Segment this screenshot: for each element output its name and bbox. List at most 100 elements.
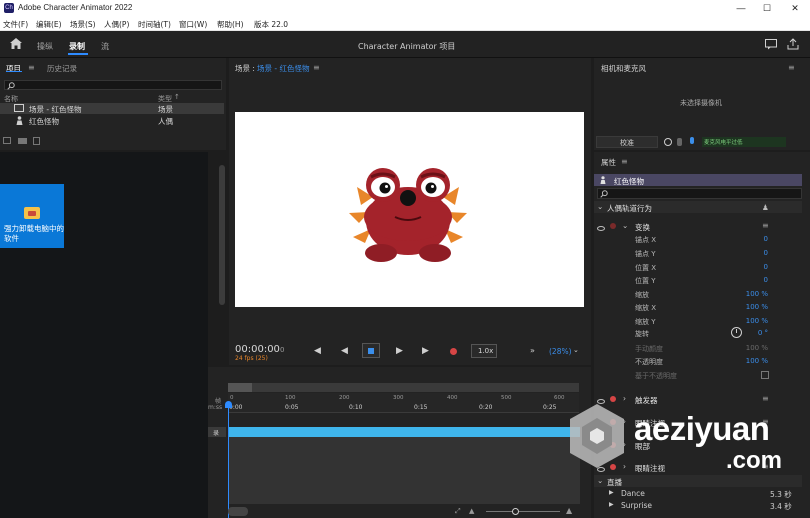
timeline-ruler[interactable]: 0 100 200 300 400 500 600 0:00 0:05 0:10… xyxy=(228,393,579,413)
behavior-menu-icon[interactable]: ≡ xyxy=(762,394,769,403)
property-row[interactable]: 旋转 0 ° xyxy=(605,328,770,340)
properties-search-input[interactable] xyxy=(597,188,802,199)
menu-puppet[interactable]: 人偶(P) xyxy=(104,19,129,30)
go-to-start-icon[interactable]: ◀ xyxy=(314,346,321,356)
playhead-handle[interactable] xyxy=(225,401,232,408)
zoom-dropdown-icon[interactable]: ⌄ xyxy=(573,346,579,354)
package-mark xyxy=(28,211,36,216)
zoom-out-icon[interactable]: ▲ xyxy=(469,507,474,515)
scene-menu-icon[interactable]: ≡ xyxy=(313,63,320,72)
zoom-slider-handle[interactable] xyxy=(512,508,519,515)
mic-icon[interactable] xyxy=(690,137,694,144)
rotation-dial[interactable] xyxy=(731,327,742,338)
frame-number: 0 xyxy=(280,346,285,354)
camera-icon[interactable] xyxy=(664,138,672,146)
record-icon[interactable] xyxy=(450,348,457,355)
maximize-icon[interactable]: ☐ xyxy=(754,1,780,16)
feedback-icon[interactable] xyxy=(765,39,777,50)
menu-scene[interactable]: 场景(S) xyxy=(70,19,96,30)
import-icon[interactable] xyxy=(33,137,40,145)
project-search-input[interactable] xyxy=(4,80,222,90)
track-header[interactable]: 录 xyxy=(208,427,226,437)
project-menu-icon[interactable]: ≡ xyxy=(28,63,35,72)
time-tick: 0:20 xyxy=(479,404,493,411)
tab-stream[interactable]: 流 xyxy=(101,41,109,52)
playhead[interactable] xyxy=(228,404,229,518)
list-item-name[interactable]: 红色怪物 xyxy=(29,116,59,127)
timeline-track[interactable] xyxy=(228,427,580,437)
checkbox[interactable] xyxy=(761,371,769,379)
menu-window[interactable]: 窗口(W) xyxy=(179,19,207,30)
time-tick: 0:25 xyxy=(543,404,557,411)
selected-puppet-bar[interactable]: 红色怪物 xyxy=(594,174,802,186)
chevron-down-icon: ⌄ xyxy=(597,476,604,485)
zoom-in-icon[interactable]: ▲ xyxy=(566,506,572,515)
expand-icon[interactable]: » xyxy=(530,346,535,355)
property-row[interactable]: 锚点 Y0 xyxy=(605,248,770,260)
new-scene-icon[interactable] xyxy=(3,137,11,144)
menu-timeline[interactable]: 时间轴(T) xyxy=(138,19,171,30)
record-arm-icon[interactable] xyxy=(610,223,616,229)
timeline-body[interactable] xyxy=(228,437,580,504)
play-icon[interactable]: ▶ xyxy=(396,346,403,356)
play-icon[interactable]: ▶ xyxy=(609,489,614,496)
section-header[interactable]: ⌄ 人偶轨道行为 ♟ xyxy=(594,201,802,213)
menu-edit[interactable]: 编辑(E) xyxy=(36,19,62,30)
live-item-name[interactable]: Surprise xyxy=(621,501,652,510)
desktop-shortcut[interactable]: 强力卸载电脑中的软件 xyxy=(0,184,64,248)
property-row[interactable]: 不透明度 100 % xyxy=(605,356,770,368)
scrollbar-thumb[interactable] xyxy=(219,165,225,305)
tab-history[interactable]: 历史记录 xyxy=(47,63,77,74)
time-tick: 0:10 xyxy=(349,404,363,411)
list-item-type: 场景 xyxy=(158,105,173,114)
tab-record[interactable]: 录制 xyxy=(69,41,85,52)
stop-button[interactable] xyxy=(362,343,380,358)
timeline-scroll-thumb[interactable] xyxy=(228,383,252,392)
timeline-scrub-bar[interactable] xyxy=(228,383,579,392)
timeline-zoom-slider[interactable] xyxy=(486,511,560,512)
eye-icon[interactable] xyxy=(597,224,605,233)
property-row[interactable]: 锚点 X0 xyxy=(605,234,770,246)
property-row[interactable]: 位置 Y0 xyxy=(605,275,770,287)
property-row[interactable]: 位置 X0 xyxy=(605,262,770,274)
puppet-toggle-icon[interactable] xyxy=(677,138,682,146)
tab-project[interactable]: 项目 xyxy=(6,63,21,74)
menu-version: 版本 22.0 xyxy=(254,20,289,29)
section-header[interactable]: ⌄ 直播 xyxy=(594,475,802,487)
camera-menu-icon[interactable]: ≡ xyxy=(788,63,795,72)
properties-menu-icon[interactable]: ≡ xyxy=(621,157,628,166)
list-item-name[interactable]: 场景 - 红色怪物 xyxy=(29,104,81,115)
property-row[interactable]: 缩放 100 % xyxy=(605,289,770,301)
red-monster-puppet[interactable] xyxy=(345,157,471,267)
tab-rig[interactable]: 操纵 xyxy=(37,41,53,52)
timeline-h-scrollbar[interactable] xyxy=(228,507,248,516)
property-row[interactable]: 缩放 Y 100 % xyxy=(605,316,770,328)
speed-button[interactable]: 1.0x xyxy=(471,344,497,358)
frame-tick: 300 xyxy=(393,395,404,401)
home-icon[interactable] xyxy=(10,38,22,49)
step-forward-icon[interactable]: ▶ xyxy=(422,346,429,356)
calibrate-button[interactable]: 校准 xyxy=(596,136,658,148)
sort-icon[interactable]: ↑ xyxy=(174,93,180,101)
chevron-down-icon[interactable]: ⌄ xyxy=(622,221,628,230)
transform-menu-icon[interactable]: ≡ xyxy=(762,221,769,230)
step-back-icon[interactable]: ◀ xyxy=(341,346,348,356)
property-row[interactable]: 缩放 X 100 % xyxy=(605,302,770,314)
close-icon[interactable]: ✕ xyxy=(782,1,808,16)
menu-help[interactable]: 帮助(H) xyxy=(217,19,244,30)
play-icon[interactable]: ▶ xyxy=(609,501,614,508)
folder-icon[interactable] xyxy=(18,138,27,144)
menu-file[interactable]: 文件(F) xyxy=(3,19,28,30)
minimize-icon[interactable]: — xyxy=(728,1,754,16)
rotation-dial-needle xyxy=(736,329,737,333)
scene-stage[interactable] xyxy=(235,112,584,307)
scene-title[interactable]: 场景 - 红色怪物 xyxy=(257,63,309,74)
project-title: Character Animator 项目 xyxy=(358,42,456,51)
live-item-name[interactable]: Dance xyxy=(621,489,645,498)
fit-icon[interactable]: ⤢ xyxy=(455,507,461,516)
app-icon: Ch xyxy=(4,3,14,13)
share-icon[interactable] xyxy=(787,38,799,50)
property-row: 手动颜度 100 % xyxy=(635,344,768,353)
zoom-level[interactable]: (28%) xyxy=(549,347,572,356)
add-behavior-icon[interactable]: ♟ xyxy=(762,203,769,212)
